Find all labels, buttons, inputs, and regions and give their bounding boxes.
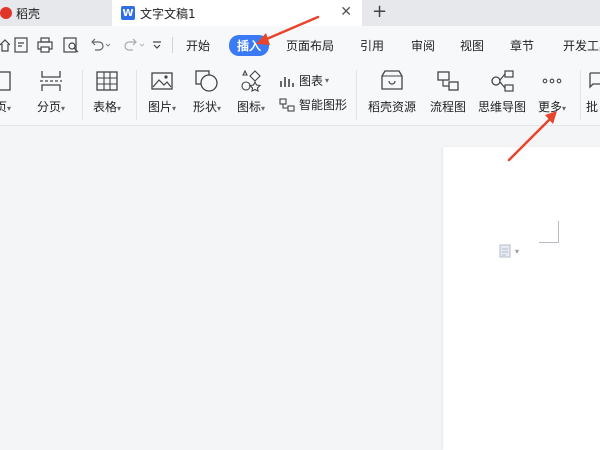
- ribbon-insert: 页▾ 分页▾ 表格▾ 图片▾ 形状▾ 图标▾ 图表 ▾ 智能图形 稻壳资源 流程…: [0, 64, 600, 126]
- page-break-icon: [38, 68, 64, 94]
- more-label: 更多: [537, 100, 562, 114]
- comment-icon: [586, 68, 600, 94]
- more-icon: [540, 68, 564, 94]
- close-icon[interactable]: ✕: [340, 5, 352, 19]
- menu-developer[interactable]: 开发工具: [563, 37, 600, 54]
- undo-icon[interactable]: [89, 37, 111, 53]
- print-preview-icon[interactable]: [63, 37, 79, 53]
- paste-options-icon[interactable]: ▾: [498, 244, 519, 258]
- more-button[interactable]: 更多▾: [534, 68, 570, 115]
- comment-button[interactable]: 批: [586, 68, 600, 115]
- menu-section[interactable]: 章节: [510, 37, 534, 54]
- menu-references[interactable]: 引用: [360, 37, 384, 54]
- tab-docer-title: 稻壳: [16, 6, 41, 21]
- new-tab-icon[interactable]: +: [372, 2, 387, 22]
- print-icon[interactable]: [37, 37, 53, 53]
- mindmap-button[interactable]: 思维导图: [476, 68, 528, 115]
- page-break-button[interactable]: 分页▾: [32, 68, 70, 115]
- tab-document[interactable]: W 文字文稿1 ✕: [112, 0, 362, 26]
- page-margin-marker: [539, 221, 559, 243]
- chart-icon: [280, 76, 294, 87]
- chart-button[interactable]: 图表 ▾: [279, 72, 329, 89]
- shape-label: 形状: [192, 100, 217, 114]
- wps-writer-icon: W: [121, 6, 135, 20]
- menu-view[interactable]: 视图: [460, 37, 484, 54]
- shape-button[interactable]: 形状▾: [189, 68, 225, 115]
- menu-divider: [172, 37, 173, 53]
- mindmap-icon: [489, 68, 515, 94]
- menu-page-layout[interactable]: 页面布局: [286, 37, 334, 54]
- ribbon-divider: [356, 70, 357, 120]
- table-icon: [95, 68, 119, 94]
- document-page[interactable]: [443, 147, 600, 450]
- docer-resources-icon: [379, 68, 405, 94]
- smartart-icon: [279, 97, 295, 112]
- icon-library-icon: [239, 68, 263, 94]
- document-workspace: ▾: [0, 127, 600, 450]
- menu-home[interactable]: 开始: [186, 37, 210, 54]
- docer-resources-label: 稻壳资源: [367, 100, 416, 114]
- comment-label: 批: [586, 100, 599, 114]
- ribbon-divider: [136, 70, 137, 120]
- home-icon[interactable]: [0, 37, 10, 53]
- smartart-button[interactable]: 智能图形: [279, 96, 347, 113]
- table-button[interactable]: 表格▾: [89, 68, 125, 115]
- icon-library-button[interactable]: 图标▾: [233, 68, 269, 115]
- ribbon-divider: [580, 70, 581, 120]
- table-label: 表格: [92, 100, 117, 114]
- docer-logo-icon: [0, 7, 12, 19]
- redo-icon[interactable]: [123, 37, 145, 53]
- tab-document-title: 文字文稿1: [140, 6, 196, 21]
- docer-resources-button[interactable]: 稻壳资源: [366, 68, 418, 115]
- flowchart-button[interactable]: 流程图: [428, 68, 468, 115]
- shape-icon: [194, 68, 220, 94]
- menu-bar: 开始 插入 页面布局 引用 审阅 视图 章节 开发工具: [0, 26, 600, 64]
- flowchart-icon: [435, 68, 461, 94]
- picture-label: 图片: [147, 100, 172, 114]
- smartart-label: 智能图形: [299, 98, 348, 112]
- chart-label: 图表: [299, 74, 324, 88]
- cover-page-icon: [0, 68, 13, 94]
- flowchart-label: 流程图: [429, 100, 466, 114]
- pdf-export-icon[interactable]: [13, 37, 29, 53]
- customize-toolbar-icon[interactable]: [152, 37, 162, 53]
- cover-page-label: 页: [0, 100, 7, 114]
- tab-bar: 稻壳 W 文字文稿1 ✕ +: [0, 0, 600, 26]
- page-break-label: 分页: [36, 100, 61, 114]
- picture-icon: [150, 68, 174, 94]
- mindmap-label: 思维导图: [477, 100, 526, 114]
- ribbon-divider: [82, 70, 83, 120]
- picture-button[interactable]: 图片▾: [144, 68, 180, 115]
- menu-insert[interactable]: 插入: [229, 35, 270, 56]
- tab-docer[interactable]: 稻壳: [0, 0, 110, 26]
- icon-library-label: 图标: [236, 100, 261, 114]
- menu-review[interactable]: 审阅: [411, 37, 435, 54]
- cover-page-button[interactable]: 页▾: [0, 68, 20, 115]
